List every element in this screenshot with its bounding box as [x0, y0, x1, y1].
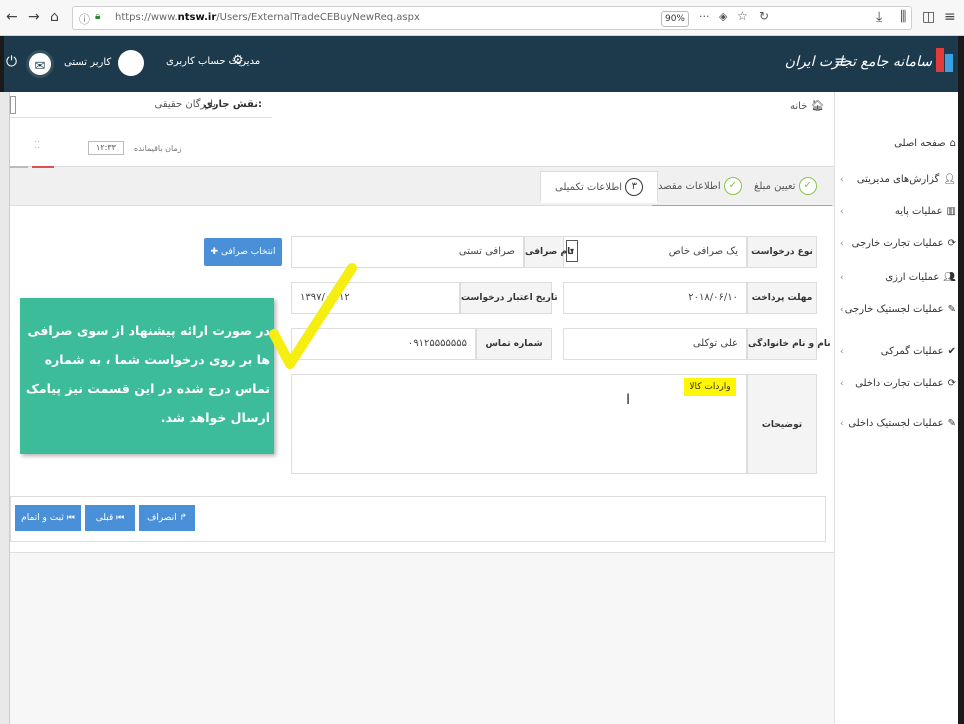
divider	[10, 166, 28, 168]
description-text: واردات کالا	[684, 378, 736, 396]
wizard-steps: تعیین مبلغ ✓ اطلاعات مقصد ✓ اطلاعات تکمی…	[10, 166, 834, 207]
lock-icon: 🔒︎	[95, 11, 101, 22]
plus-icon: ✚	[210, 247, 219, 257]
users-icon: 👥︎	[943, 272, 956, 283]
info-icon[interactable]: ⓘ	[79, 11, 90, 27]
session-time-label: زمان باقیمانده	[134, 144, 182, 153]
sidebar-item-currency[interactable]: ‹ عملیات ارزی 👥︎	[836, 266, 956, 290]
home-icon[interactable]: ⌂	[50, 9, 59, 25]
download-icon[interactable]: ⤓	[876, 9, 882, 25]
chart-icon: ▥	[946, 206, 956, 217]
chevron-left-icon: ‹	[840, 175, 844, 185]
step-destination[interactable]: اطلاعات مقصد ✓	[658, 171, 742, 203]
sidebar-item-domestic-trade[interactable]: ‹ عملیات تجارت داخلی ⟳	[836, 372, 956, 396]
user-name[interactable]: کاربر تستی	[64, 57, 111, 68]
cancel-button[interactable]: انصراف ↱	[139, 505, 195, 531]
chevron-left-icon: ‹	[840, 305, 844, 315]
payment-deadline-field[interactable]: ۲۰۱۸/۰۶/۱۰	[563, 282, 747, 314]
step-number-icon: ۳	[625, 178, 644, 196]
previous-button[interactable]: قبلی ⏮	[85, 505, 135, 531]
settings-icon[interactable]: ⚙	[232, 53, 244, 68]
sidebar-item-home[interactable]: صفحه اصلی ⌂	[836, 132, 956, 156]
fullname-field[interactable]: علی توکلی	[563, 328, 747, 360]
chevron-left-icon: ‹	[840, 207, 844, 217]
request-type-label: نوع درخواست	[747, 236, 817, 268]
chevron-left-icon: ‹	[840, 239, 844, 249]
sidebar-item-basic[interactable]: ‹ عملیات پایه ▥	[836, 200, 956, 224]
menu-icon[interactable]: ≡	[944, 9, 956, 25]
divider-accent	[32, 166, 54, 168]
fullname-label: نام و نام خانوادگی	[747, 328, 831, 360]
role-dropdown-caret[interactable]	[10, 96, 16, 114]
sidebar: صفحه اصلی ⌂ ‹ گزارش‌های مدیریتی 👤︎ ‹ عملیات …	[834, 92, 964, 724]
submit-button[interactable]: ثبت و اتمام ⏮	[15, 505, 81, 531]
exchange-name-label: نام صرافی	[524, 236, 574, 268]
chevron-left-icon: ‹	[840, 347, 844, 357]
chevron-left-icon: ‹	[840, 273, 844, 283]
skip-icon: ⏮	[66, 513, 75, 523]
library-icon[interactable]: ⫼	[900, 9, 906, 25]
expand-icon[interactable]: ⁚⁚	[34, 140, 40, 151]
validity-date-label: تاریخ اعتبار درخواست	[460, 282, 558, 314]
description-textarea[interactable]	[291, 374, 747, 474]
left-frame	[0, 92, 10, 724]
session-timer: ۱۲:۳۳ زمان باقیمانده ⁚⁚	[10, 140, 830, 160]
form-nav-bar: انصراف ↱ قبلی ⏮ ثبت و اتمام ⏮	[10, 496, 826, 542]
request-type-select[interactable]: یک صرافی خاص	[563, 236, 747, 268]
browser-toolbar: ← → ⌂ ⓘ 🔒︎ https://www.ntsw.ir/Users/Ext…	[0, 0, 964, 36]
chevron-left-icon: ‹	[840, 379, 844, 389]
check-icon: ✔	[947, 346, 956, 357]
sync-icon: ⟳	[947, 378, 956, 389]
phone-label: شماره تماس	[476, 328, 552, 360]
edit-icon: ✎	[947, 418, 956, 429]
sidebar-item-foreign-trade[interactable]: ‹ عملیات تجارت خارجی ⟳	[836, 232, 956, 256]
more-icon[interactable]: ···	[699, 10, 710, 23]
address-bar[interactable]: ⓘ 🔒︎ https://www.ntsw.ir/Users/ExternalT…	[72, 6, 912, 30]
forward-icon[interactable]: →	[28, 9, 40, 25]
sync-icon: ⟳	[947, 238, 956, 249]
power-icon[interactable]: ⏻	[6, 54, 17, 70]
step-check-icon: ✓	[798, 177, 817, 195]
sidebar-toggle-icon[interactable]: ◫	[922, 9, 935, 25]
avatar[interactable]	[118, 50, 144, 76]
step-amount[interactable]: تعیین مبلغ ✓	[754, 171, 817, 203]
bookmark-star-icon[interactable]: ☆	[737, 9, 748, 23]
payment-deadline-label: مهلت پرداخت	[747, 282, 817, 314]
reload-icon[interactable]: ↻	[759, 9, 769, 23]
brand-logo-icon	[936, 48, 953, 72]
brand-title[interactable]: سامانه جامع تجارت ایران	[785, 54, 932, 70]
home-icon: ⌂	[949, 138, 956, 149]
step-check-icon: ✓	[723, 177, 742, 195]
app-header: ⏻ ✉ کاربر تستی مدیریت حساب کاربری ⚙ ≡ سا…	[0, 36, 964, 92]
mail-icon[interactable]: ✉	[26, 50, 54, 78]
description-label: توضیحات	[747, 374, 817, 474]
callout-text: در صورت ارائه پیشنهاد از سوی صرافی ها بر…	[26, 323, 270, 425]
sidebar-item-domestic-logistics[interactable]: ‹ عملیات لجستیک داخلی ✎	[836, 412, 956, 436]
back-icon[interactable]: ←	[6, 9, 18, 25]
checkmark-annotation-icon	[269, 263, 357, 369]
edit-icon: ✎	[947, 304, 956, 315]
zoom-level-badge[interactable]: 90%	[661, 11, 689, 27]
page-footer-area	[10, 552, 834, 724]
home-breadcrumb-icon: 🏠︎	[810, 99, 825, 112]
role-label: نقش جاری:	[203, 99, 262, 110]
text-cursor-icon: I	[626, 392, 631, 408]
role-bar: بازرگان حقیقی نقش جاری:	[10, 92, 272, 118]
user-icon: 👤︎	[943, 174, 956, 185]
url-text: https://www.ntsw.ir/Users/ExternalTradeC…	[115, 12, 420, 23]
info-callout: در صورت ارائه پیشنهاد از سوی صرافی ها بر…	[20, 298, 274, 454]
sidebar-item-foreign-logistics[interactable]: ‹ عملیات لجستیک خارجی ✎	[836, 298, 956, 322]
chevron-left-icon: ‹	[840, 419, 844, 429]
skip-icon: ⏮	[116, 513, 125, 523]
breadcrumb[interactable]: خانه 🏠︎	[790, 99, 825, 112]
right-edge	[958, 36, 964, 724]
account-management-link[interactable]: مدیریت حساب کاربری	[166, 56, 260, 67]
exit-icon: ↱	[179, 513, 188, 523]
shield-icon[interactable]: ◈	[719, 10, 727, 23]
step-complementary[interactable]: اطلاعات تکمیلی ۳	[540, 171, 659, 203]
session-time-value: ۱۲:۳۳	[88, 141, 124, 155]
sidebar-item-reports[interactable]: ‹ گزارش‌های مدیریتی 👤︎	[836, 168, 956, 192]
sidebar-item-customs[interactable]: ‹ عملیات گمرکی ✔	[836, 340, 956, 364]
